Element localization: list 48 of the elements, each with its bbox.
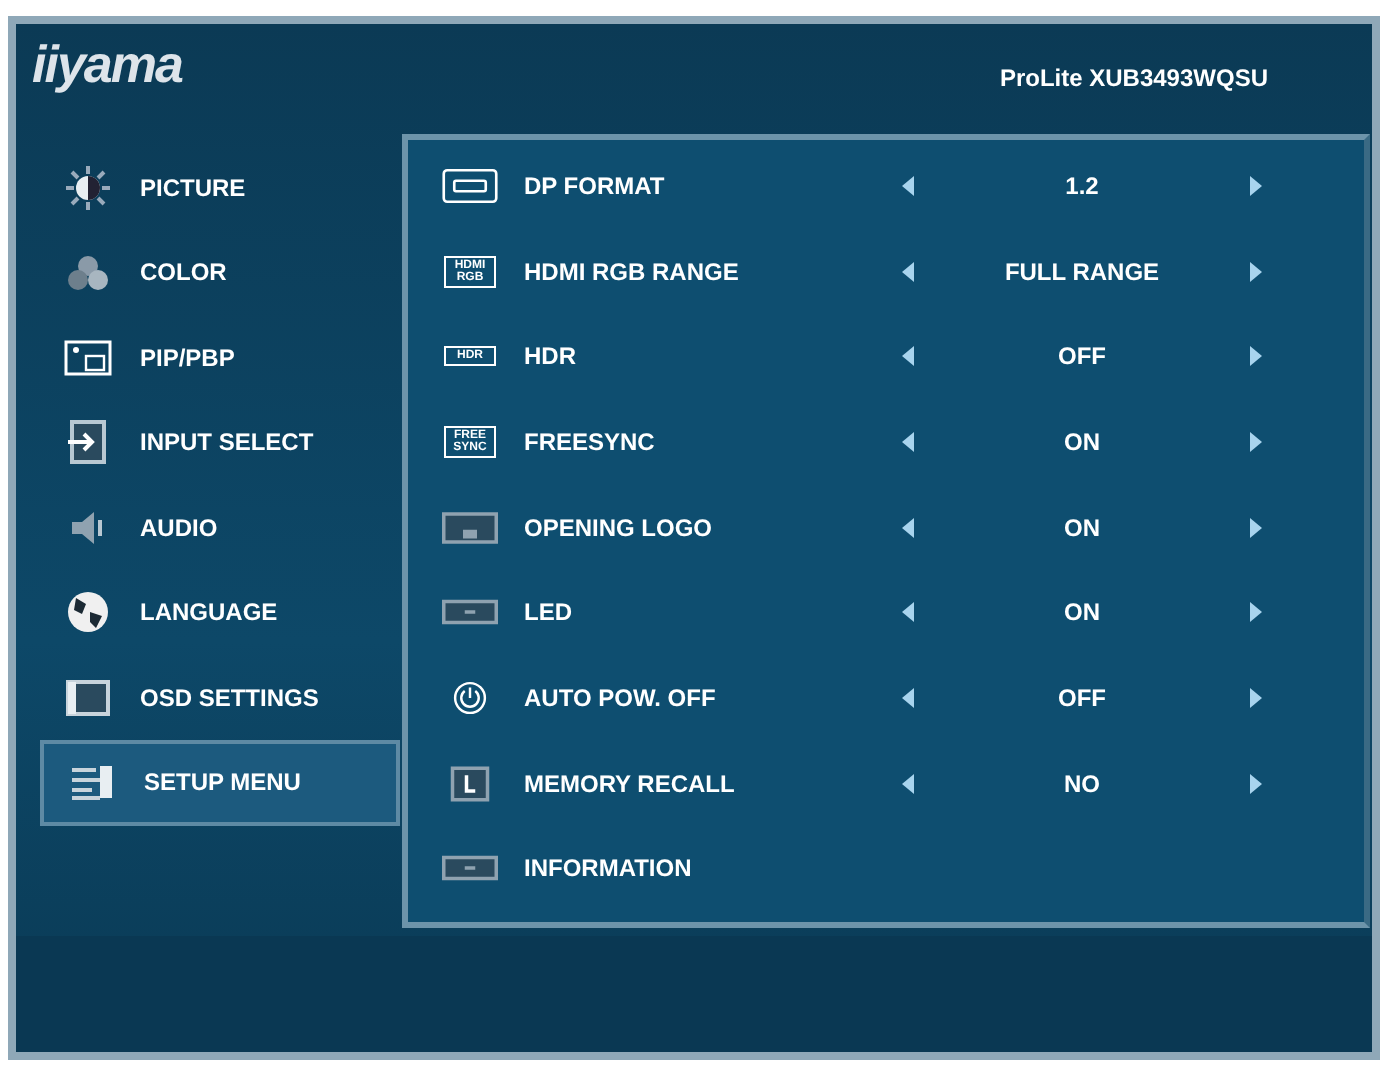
menu-item[interactable]: SETUP MENU (40, 740, 400, 826)
setting-label: AUTO POW. OFF (524, 684, 718, 713)
right-arrow-icon[interactable] (1248, 259, 1264, 284)
right-arrow-icon[interactable] (1248, 344, 1264, 369)
port-icon (442, 167, 498, 204)
right-arrow-icon[interactable] (1248, 686, 1264, 711)
setting-value: 1.2 (1063, 171, 1101, 200)
menu-item[interactable]: AUDIO (40, 485, 392, 571)
globe-icon (64, 588, 112, 637)
left-arrow-icon[interactable] (900, 259, 916, 284)
brand-logo: iiyama (32, 33, 182, 96)
setting-value: ON (1062, 513, 1102, 542)
menu-item[interactable]: COLOR (40, 230, 392, 316)
screen-icon (442, 509, 498, 546)
left-arrow-icon[interactable] (900, 515, 916, 540)
setting-value: ON (1062, 598, 1102, 627)
setting-value: NO (1062, 769, 1102, 798)
setting-label: LED (524, 598, 574, 627)
setting-label: HDMI RGB RANGE (524, 257, 741, 286)
model-name: ProLite XUB3493WQSU (999, 64, 1268, 93)
right-arrow-icon[interactable] (1248, 173, 1264, 198)
setting-label: FREESYNC (524, 427, 657, 456)
setting-label: MEMORY RECALL (524, 769, 737, 798)
left-arrow-icon[interactable] (900, 771, 916, 796)
setting-value: OFF (1056, 342, 1108, 371)
left-arrow-icon[interactable] (900, 600, 916, 625)
menu-item[interactable]: OSD SETTINGS (40, 655, 392, 741)
right-arrow-icon[interactable] (1248, 600, 1264, 625)
setting-value: FULL RANGE (1002, 257, 1162, 286)
right-arrow-icon[interactable] (1248, 771, 1264, 796)
input-icon (64, 418, 112, 467)
setting-label: INFORMATION (524, 854, 694, 883)
menu-item[interactable]: PICTURE (40, 145, 392, 231)
sun-icon (64, 163, 112, 212)
left-arrow-icon[interactable] (900, 686, 916, 711)
setting-label: OPENING LOGO (524, 513, 715, 542)
setting-value: ON (1062, 427, 1102, 456)
menu-item[interactable]: INPUT SELECT (40, 400, 392, 486)
menu-item[interactable]: LANGUAGE (40, 570, 392, 656)
left-arrow-icon[interactable] (900, 173, 916, 198)
right-arrow-icon[interactable] (1248, 429, 1264, 454)
right-arrow-icon[interactable] (1248, 515, 1264, 540)
setting-value: OFF (1056, 684, 1108, 713)
left-arrow-icon[interactable] (900, 429, 916, 454)
setting-label: HDR (524, 342, 578, 371)
menu-item[interactable]: PIP/PBP (40, 315, 392, 401)
setting-label: DP FORMAT (524, 171, 667, 200)
left-arrow-icon[interactable] (900, 344, 916, 369)
